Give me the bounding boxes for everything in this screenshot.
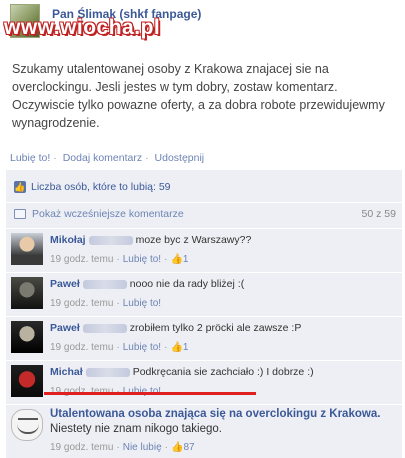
blurred-surname: [85, 367, 130, 377]
separator: ·: [116, 342, 120, 353]
likes-row[interactable]: 👍 Liczba osób, które to lubią: 59: [6, 176, 402, 198]
like-count-value: 1: [182, 254, 189, 265]
share-link[interactable]: Udostępnij: [155, 152, 205, 164]
comment-time[interactable]: 19 godz. temu: [50, 342, 113, 353]
comment-like-link[interactable]: Lubię to!: [123, 298, 161, 309]
add-comment-link[interactable]: Dodaj komentarz: [63, 152, 142, 164]
comment-like-count[interactable]: 👍87: [171, 442, 195, 453]
comment-like-count[interactable]: 👍1: [170, 342, 188, 353]
comment: Utalentowana osoba znająca się na overcl…: [6, 404, 402, 458]
feedback-box: 👍 Liczba osób, które to lubią: 59 Pokaż …: [6, 170, 402, 458]
comment-text: nooo nie da rady bliżej :(: [129, 278, 245, 290]
separator: ·: [145, 152, 149, 164]
avatar[interactable]: [11, 233, 43, 265]
comment-like-link[interactable]: Lubię to!: [123, 254, 161, 265]
like-count-value: 1: [182, 342, 189, 353]
comment-text: moze byc z Warszawy??: [135, 234, 252, 246]
blurred-surname: [82, 279, 127, 289]
avatar[interactable]: [11, 321, 43, 353]
thumb-up-icon: 👍: [170, 342, 183, 353]
comment-author[interactable]: Utalentowana osoba znająca się na overcl…: [50, 408, 380, 420]
watermark: www.wiocha.pl: [4, 16, 161, 39]
comment-time[interactable]: 19 godz. temu: [50, 254, 113, 265]
post-header: Pan Ślimak (shkf fanpage) www.wiocha.pl: [0, 0, 405, 44]
comment-time[interactable]: 19 godz. temu: [50, 442, 113, 453]
like-link[interactable]: Lubię to!: [10, 152, 50, 164]
highlight-underline: [44, 392, 256, 395]
comment: Paweł zrobiłem tylko 2 pröcki ale zawsze …: [6, 316, 402, 360]
post-actions: Lubię to! · Dodaj komentarz · Udostępnij: [10, 152, 402, 170]
troll-face-icon: [17, 424, 39, 434]
comment-unlike-link[interactable]: Nie lubię: [123, 442, 162, 453]
comment-author[interactable]: Mikołaj: [50, 234, 86, 246]
separator: ·: [116, 442, 120, 453]
separator: ·: [164, 342, 168, 353]
comment: Michał Podkręcania sie zachciało :) I dob…: [6, 360, 402, 404]
separator: ·: [116, 298, 120, 309]
avatar[interactable]: [11, 365, 43, 397]
thumb-up-icon: 👍: [14, 181, 26, 193]
comment-like-count[interactable]: 👍1: [170, 254, 188, 265]
comment-author[interactable]: Michał: [50, 366, 83, 378]
comment-time[interactable]: 19 godz. temu: [50, 298, 113, 309]
comment-text: Niestety nie znam nikogo takiego.: [50, 423, 222, 435]
blurred-surname: [82, 323, 127, 333]
avatar[interactable]: [11, 277, 43, 309]
avatar[interactable]: [11, 409, 43, 441]
previous-comments-row[interactable]: Pokaż wcześniejsze komentarze 50 z 59: [6, 202, 402, 224]
comment-text: zrobiłem tylko 2 pröcki ale zawsze :P: [129, 322, 302, 334]
comment-author[interactable]: Paweł: [50, 278, 80, 290]
comment: Paweł nooo nie da rady bliżej :( 19 godz.…: [6, 272, 402, 316]
like-count-value: 87: [183, 442, 195, 453]
separator: ·: [116, 254, 120, 265]
previous-comments-link[interactable]: Pokaż wcześniejsze komentarze: [32, 208, 184, 220]
separator: ·: [164, 442, 168, 453]
comment: Mikołaj moze byc z Warszawy?? 19 godz. te…: [6, 228, 402, 272]
comment-like-link[interactable]: Lubię to!: [123, 342, 161, 353]
blurred-surname: [88, 235, 133, 245]
comment-author[interactable]: Paweł: [50, 322, 80, 334]
previous-comments-count: 50 z 59: [361, 207, 396, 220]
comment-text: Podkręcania sie zachciało :) I dobrze :): [132, 366, 314, 378]
likes-text[interactable]: Liczba osób, które to lubią: 59: [31, 181, 171, 193]
post-text: Szukamy utalentowanej osoby z Krakowa zn…: [12, 62, 385, 130]
separator: ·: [164, 254, 168, 265]
separator: ·: [53, 152, 57, 164]
troll-face-eyes: [18, 418, 38, 422]
thumb-up-icon: 👍: [170, 254, 183, 265]
comment-icon: [14, 208, 26, 219]
thumb-up-icon: 👍: [170, 442, 184, 453]
